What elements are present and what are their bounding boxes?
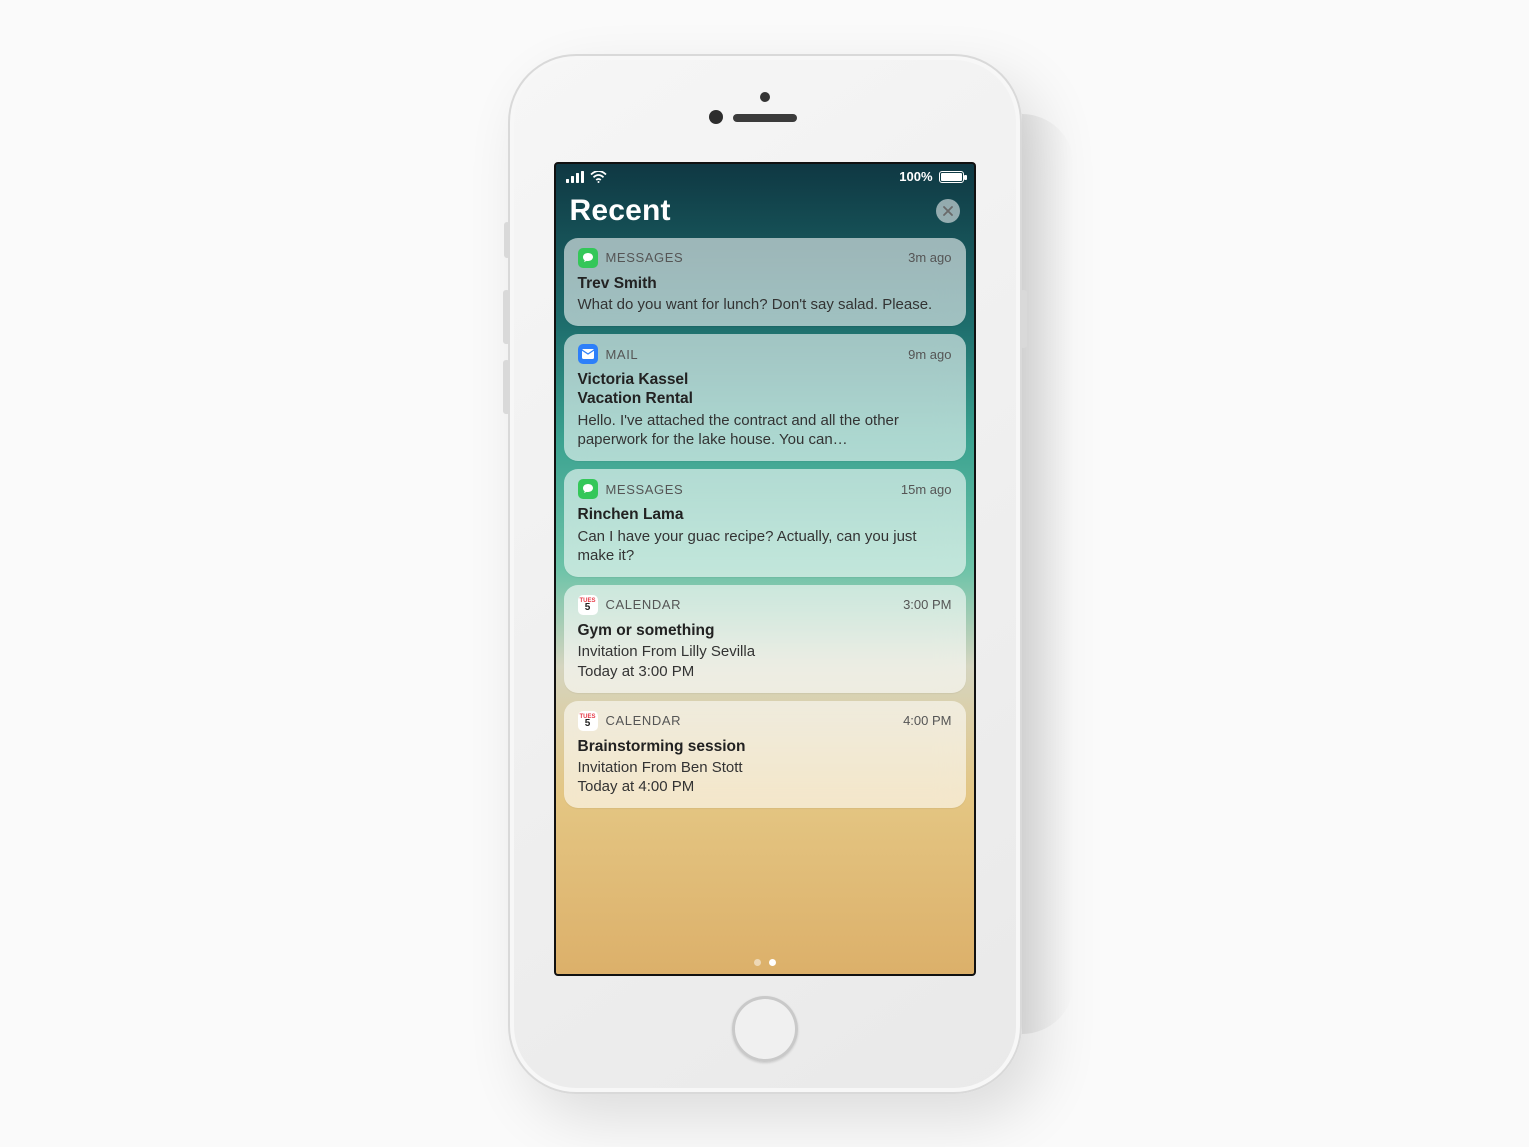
mute-switch[interactable] [504,222,510,258]
notification-subtitle: Vacation Rental [578,389,952,408]
notification-time: 9m ago [908,347,951,362]
notification-title: Victoria Kassel [578,370,952,389]
calendar-icon: TUES5 [578,711,598,731]
wifi-icon [590,171,607,183]
earpiece-speaker [733,114,797,122]
notification-card[interactable]: TUES5 CALENDAR 4:00 PM Brainstorming ses… [564,701,966,809]
page-dot-active[interactable] [769,959,776,966]
notification-time: 15m ago [901,482,952,497]
phone-frame: 100% Recent MESSAGES 3m ago Trev Smith W… [508,54,1022,1094]
messages-icon [578,248,598,268]
notification-card[interactable]: MESSAGES 15m ago Rinchen Lama Can I have… [564,469,966,577]
power-button[interactable] [1020,290,1027,348]
notification-app-name: MAIL [606,347,639,362]
notification-app-name: MESSAGES [606,250,684,265]
notification-time: 4:00 PM [903,713,951,728]
notification-list[interactable]: MESSAGES 3m ago Trev Smith What do you w… [556,238,974,809]
notification-card[interactable]: TUES5 CALENDAR 3:00 PM Gym or something … [564,585,966,693]
notification-app-name: CALENDAR [606,713,682,728]
volume-up-button[interactable] [503,290,510,344]
mail-icon [578,344,598,364]
page-indicator[interactable] [556,959,974,966]
notification-title: Rinchen Lama [578,505,952,524]
messages-icon [578,479,598,499]
notification-card[interactable]: MAIL 9m ago Victoria Kassel Vacation Ren… [564,334,966,461]
close-icon [943,206,953,216]
notification-body: What do you want for lunch? Don't say sa… [578,295,952,314]
notification-card[interactable]: MESSAGES 3m ago Trev Smith What do you w… [564,238,966,327]
page-title: Recent [570,194,671,228]
notification-time: 3m ago [908,250,951,265]
notification-time: 3:00 PM [903,597,951,612]
cell-signal-icon [566,171,584,183]
notifications-header: Recent [556,190,974,238]
proximity-sensor [709,110,723,124]
notification-body: Invitation From Ben StottToday at 4:00 P… [578,758,952,796]
battery-icon [939,171,964,183]
calendar-icon: TUES5 [578,595,598,615]
notification-title: Trev Smith [578,274,952,293]
page-dot[interactable] [754,959,761,966]
notification-app-name: MESSAGES [606,482,684,497]
phone-drop-shadow [1022,114,1074,1034]
status-bar: 100% [556,164,974,190]
battery-percent: 100% [899,169,932,184]
notification-body: Hello. I've attached the contract and al… [578,411,952,449]
notification-body: Can I have your guac recipe? Actually, c… [578,527,952,565]
notification-title: Brainstorming session [578,737,952,756]
notification-app-name: CALENDAR [606,597,682,612]
notification-body: Invitation From Lilly SevillaToday at 3:… [578,642,952,680]
home-button[interactable] [732,996,798,1062]
notification-title: Gym or something [578,621,952,640]
volume-down-button[interactable] [503,360,510,414]
close-button[interactable] [936,199,960,223]
screen: 100% Recent MESSAGES 3m ago Trev Smith W… [554,162,976,976]
front-camera [760,92,770,102]
